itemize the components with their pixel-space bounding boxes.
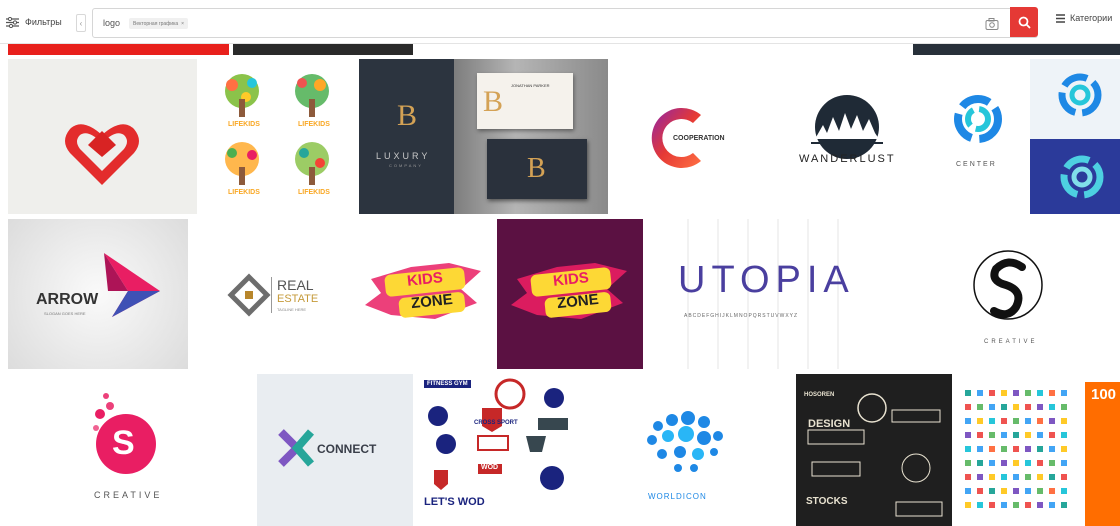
realestate-sub: TAGLINE HERE <box>277 307 307 312</box>
vintage-label-3: STOCKS <box>806 496 848 507</box>
camera-icon[interactable] <box>985 17 999 31</box>
result-image-center-dark[interactable] <box>1030 139 1120 214</box>
result-image-lifekids[interactable]: LIFEKIDS LIFEKIDS LIFEKIDS LIFEKIDS <box>202 59 354 214</box>
fitness-label-2: CROSS SPORT <box>474 420 518 426</box>
search-query[interactable]: logo <box>103 18 120 28</box>
result-image-vintage[interactable]: HOSOREN DESIGN STOCKS <box>796 374 952 526</box>
business-card: JONATHAN PARKER B <box>477 73 573 129</box>
mountain-logo-icon <box>811 95 883 159</box>
list-icon <box>1056 13 1065 23</box>
result-image-utopia[interactable]: UTOPIA ABCDEFGHIJKLMNOPQRSTUVWXYZ <box>648 219 893 369</box>
sliders-icon <box>6 16 19 28</box>
filters-button[interactable]: Фильтры <box>6 12 62 32</box>
search-button[interactable] <box>1010 7 1038 37</box>
result-image-realestate[interactable]: REAL ESTATE TAGLINE HERE <box>193 219 346 369</box>
utopia-label: UTOPIA <box>678 259 855 301</box>
lifekids-label: LIFEKIDS <box>298 189 330 196</box>
result-image-creative-s[interactable]: CREATIVE <box>898 219 1120 369</box>
fitness-label-1: FITNESS GYM <box>424 380 471 388</box>
center-logo-icon <box>1058 73 1102 117</box>
center-label: CENTER <box>956 161 997 168</box>
result-image-arrow[interactable]: ARROW SLOGAN GOES HERE <box>8 219 188 369</box>
result-image-worldicon[interactable]: WORLDICON <box>578 374 791 526</box>
card-monogram: B <box>483 85 504 118</box>
card-name: JONATHAN PARKER <box>511 83 550 88</box>
worldicon-label: WORLDICON <box>648 492 707 501</box>
result-image-fitness[interactable]: FITNESS GYM CROSS SPORT WOD LET'S WOD <box>418 374 573 526</box>
result-image-partial[interactable] <box>913 44 1120 55</box>
heart-logo-icon <box>65 124 139 185</box>
icon-pack-count: 100 <box>1091 386 1117 403</box>
result-image-center[interactable]: CENTER <box>928 59 1030 214</box>
fitness-label-4: LET'S WOD <box>424 496 485 508</box>
center-logo-icon <box>1060 155 1104 199</box>
realestate-label-2: ESTATE <box>277 293 319 305</box>
house-logo-icon <box>227 273 271 317</box>
luxury-label: LUXURY <box>376 151 431 161</box>
filter-chip-label: Векторная графика <box>133 20 179 27</box>
categories-button[interactable]: Категории <box>1056 13 1112 23</box>
arrow-label: ARROW <box>36 291 99 308</box>
result-image-kidszone-dark[interactable]: KIDS ZONE <box>497 219 643 369</box>
cooperation-label: COOPERATION <box>673 135 725 142</box>
result-image-wanderlust[interactable]: WANDERLUST <box>771 59 923 214</box>
search-field[interactable]: logo Векторная графика × <box>92 8 1038 38</box>
result-image-cooperation[interactable]: COOPERATION <box>613 59 766 214</box>
luxury-sub: COMPANY <box>389 163 423 168</box>
creative-letter: S <box>112 424 135 462</box>
tree-logo-icon <box>225 74 329 185</box>
result-image-heart[interactable] <box>8 59 197 214</box>
result-image-icon-pack[interactable]: 100 <box>957 374 1120 526</box>
categories-label: Категории <box>1070 13 1113 23</box>
luxury-monogram: B <box>397 99 418 132</box>
result-image-luxury[interactable]: JONATHAN PARKER B B B LUXURY COMPANY <box>359 59 608 214</box>
result-image-partial[interactable] <box>233 44 413 55</box>
lifekids-label: LIFEKIDS <box>228 189 260 196</box>
filter-chip[interactable]: Векторная графика × <box>129 18 189 29</box>
vintage-label-2: DESIGN <box>808 418 851 430</box>
vintage-label-1: HOSOREN <box>804 392 835 398</box>
s-logo-icon <box>973 250 1043 320</box>
collapse-filters-button[interactable]: ‹ <box>76 14 86 32</box>
arrow-sub: SLOGAN GOES HERE <box>44 311 86 316</box>
result-image-creative-pink[interactable]: S CREATIVE <box>8 374 252 526</box>
lifekids-label: LIFEKIDS <box>228 121 260 128</box>
connect-label: CONNECT <box>317 442 377 456</box>
result-image-center-variant[interactable] <box>1030 59 1120 139</box>
divider <box>271 277 272 313</box>
utopia-alphabet: ABCDEFGHIJKLMNOPQRSTUVWXYZ <box>684 313 799 319</box>
filters-label: Фильтры <box>25 17 62 27</box>
globe-dots-icon <box>647 411 723 472</box>
wanderlust-label: WANDERLUST <box>799 153 896 165</box>
creative-label: CREATIVE <box>984 339 1038 345</box>
filter-chip-close[interactable]: × <box>181 21 184 27</box>
fitness-label-3: WOD <box>481 464 499 471</box>
result-image-kidszone[interactable]: KIDS ZONE <box>351 219 496 369</box>
realestate-label-1: REAL <box>277 277 314 293</box>
result-image-partial[interactable] <box>8 44 229 55</box>
business-card-dark: B <box>487 139 587 199</box>
result-image-connect[interactable]: CONNECT <box>257 374 413 526</box>
search-icon <box>1018 16 1031 29</box>
center-logo-icon <box>954 95 1002 143</box>
lifekids-label: LIFEKIDS <box>298 121 330 128</box>
card-monogram: B <box>527 153 546 184</box>
search-toolbar: Фильтры ‹ logo Векторная графика × Катег… <box>0 0 1120 44</box>
creative-label: CREATIVE <box>94 490 163 500</box>
